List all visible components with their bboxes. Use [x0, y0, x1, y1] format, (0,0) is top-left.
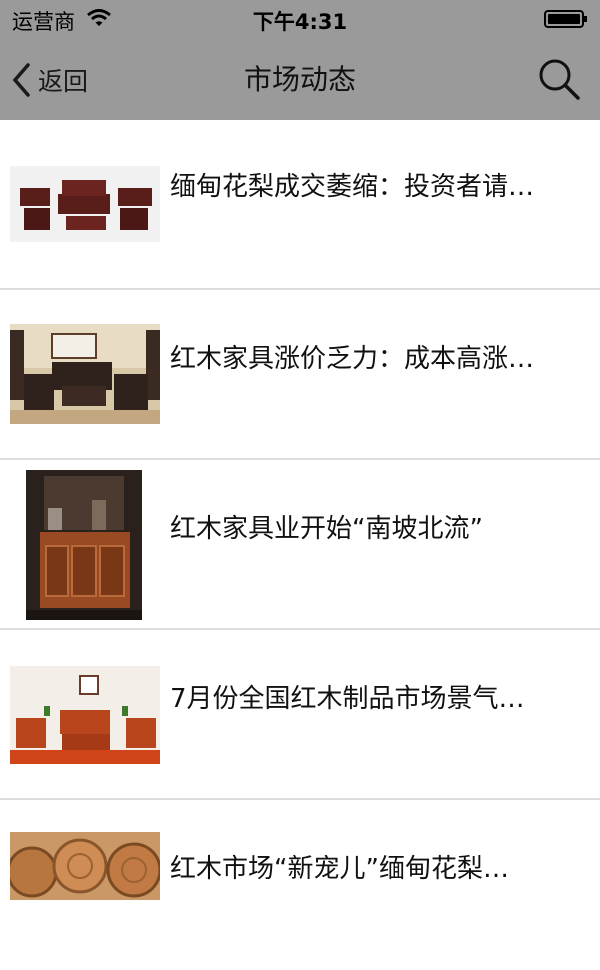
status-time: 下午4:31 — [252, 10, 348, 34]
status-bar: 运营商 下午4:31 — [0, 0, 600, 38]
article-thumbnail — [26, 470, 142, 620]
battery-icon — [544, 10, 587, 28]
article-thumbnail — [10, 666, 160, 764]
search-icon[interactable] — [536, 56, 582, 102]
navigation-bar: 返回 市场动态 — [0, 38, 600, 120]
article-title: 7月份全国红木制品市场景气… — [170, 684, 525, 714]
list-item[interactable]: 红木市场“新宠儿”缅甸花梨… — [0, 800, 600, 970]
article-thumbnail — [10, 832, 160, 900]
article-thumbnail — [10, 166, 160, 242]
article-thumbnail — [10, 324, 160, 424]
page-title: 市场动态 — [243, 63, 356, 96]
list-item[interactable]: 7月份全国红木制品市场景气… — [0, 630, 600, 800]
article-title: 缅甸花梨成交萎缩：投资者请… — [170, 172, 535, 202]
article-title: 红木家具涨价乏力：成本高涨… — [170, 344, 535, 374]
article-title: 红木家具业开始“南坡北流” — [170, 514, 483, 544]
list-item[interactable]: 红木家具业开始“南坡北流” — [0, 460, 600, 630]
list-item[interactable]: 缅甸花梨成交萎缩：投资者请… — [0, 120, 600, 290]
header-bar: 运营商 下午4:31 返回 市场动态 — [0, 0, 600, 120]
list-item[interactable]: 红木家具涨价乏力：成本高涨… — [0, 290, 600, 460]
article-title: 红木市场“新宠儿”缅甸花梨… — [170, 854, 509, 884]
article-list: 缅甸花梨成交萎缩：投资者请… 红木家具涨价乏力：成本高涨… 红木家具业开始“南坡… — [0, 120, 600, 970]
